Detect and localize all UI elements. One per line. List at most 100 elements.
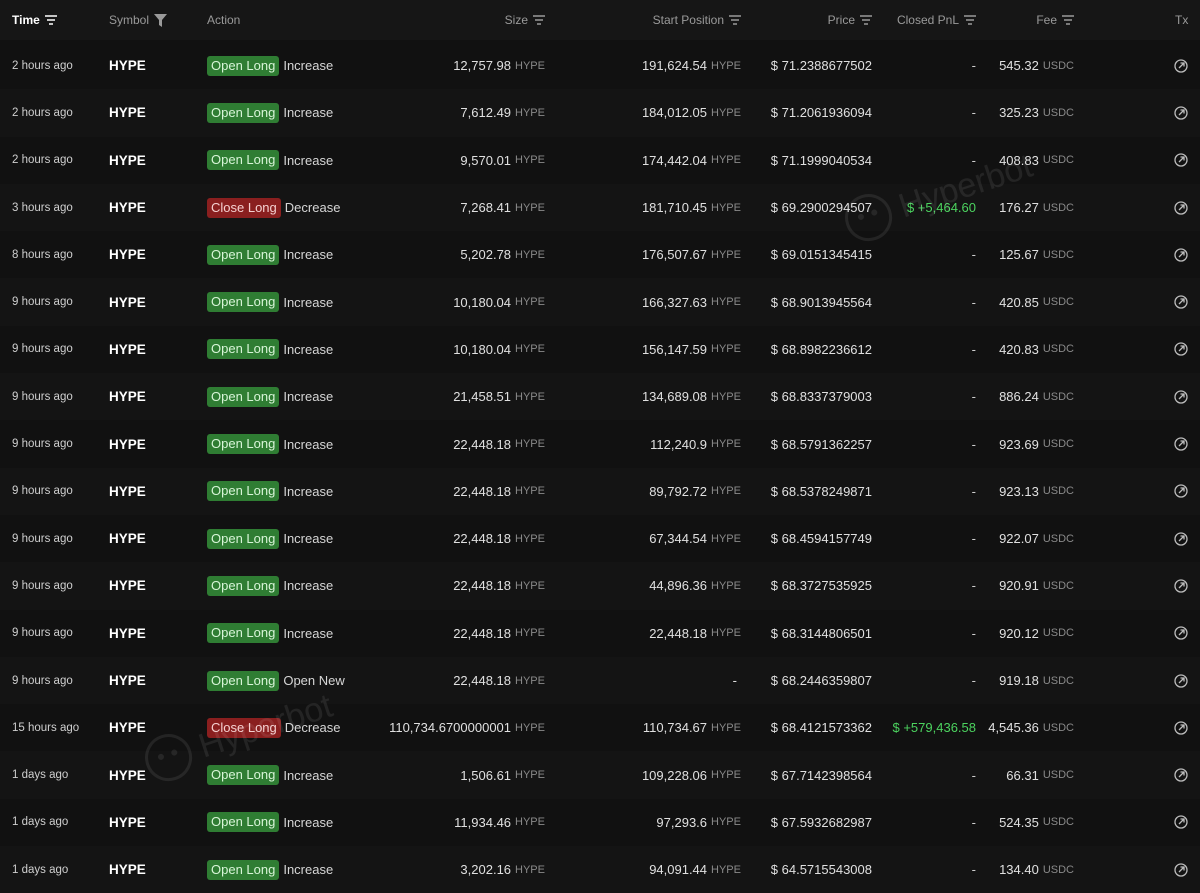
header-size[interactable]: Size (505, 0, 545, 40)
table-row[interactable]: 9 hours ago HYPE Open Long Increase 21,458.5… (0, 373, 1200, 421)
fee-value: 408.83 (999, 152, 1039, 168)
fee-unit: USDC (1042, 579, 1074, 592)
symbol-cell[interactable]: HYPE (109, 704, 146, 751)
table-row[interactable]: 1 days ago HYPE Open Long Increase 1,506.61 H… (0, 751, 1200, 799)
header-symbol[interactable]: Symbol (109, 0, 168, 40)
table-row[interactable]: 2 hours ago HYPE Open Long Increase 9,570.01… (0, 136, 1200, 184)
header-closed-pnl[interactable]: Closed PnL (897, 0, 976, 40)
price-cell: $ 68.8337379003 (770, 389, 872, 405)
action-type: Decrease (284, 720, 341, 736)
sort-icon[interactable] (44, 15, 57, 25)
symbol-cell[interactable]: HYPE (109, 468, 146, 515)
header-fee[interactable]: Fee (1036, 0, 1074, 40)
symbol-cell[interactable]: HYPE (109, 799, 146, 846)
filter-icon[interactable] (154, 13, 168, 27)
size-cell: 22,448.18 HYPE (453, 420, 545, 467)
sort-icon[interactable] (860, 15, 872, 25)
start-position-cell: 109,228.06 HYPE (642, 751, 741, 798)
table-row[interactable]: 1 days ago HYPE Open Long Increase 11,934.46… (0, 798, 1200, 847)
symbol-cell[interactable]: HYPE (109, 326, 146, 373)
external-link-icon[interactable] (1172, 231, 1190, 278)
external-link-icon[interactable] (1172, 373, 1190, 420)
table-row[interactable]: 9 hours ago HYPE Open Long Increase 22,448.1… (0, 562, 1200, 610)
table-row[interactable]: 9 hours ago HYPE Open Long Open New 22,448.1… (0, 656, 1200, 705)
external-link-icon[interactable] (1172, 42, 1190, 89)
table-row[interactable]: 2 hours ago HYPE Open Long Increase 7,612.49… (0, 89, 1200, 137)
external-link-icon[interactable] (1172, 515, 1190, 562)
sort-icon[interactable] (729, 15, 741, 25)
external-link-icon[interactable] (1172, 799, 1190, 846)
size-cell: 10,180.04 HYPE (453, 278, 545, 325)
table-row[interactable]: 9 hours ago HYPE Open Long Increase 22,448.1… (0, 609, 1200, 657)
external-link-icon[interactable] (1172, 420, 1190, 467)
action-cell: Open Long Increase (207, 326, 333, 373)
table-row[interactable]: 15 hours ago HYPE Close Long Decrease 110,73… (0, 704, 1200, 752)
time-cell: 9 hours ago (12, 438, 73, 451)
symbol-cell[interactable]: HYPE (109, 751, 146, 798)
external-link-icon[interactable] (1172, 468, 1190, 515)
time-cell: 8 hours ago (12, 248, 73, 261)
external-link-icon[interactable] (1172, 137, 1190, 184)
external-link-icon[interactable] (1172, 657, 1190, 704)
action-cell: Open Long Open New (207, 657, 345, 704)
header-start-position[interactable]: Start Position (653, 0, 741, 40)
table-row[interactable]: 9 hours ago HYPE Open Long Increase 10,180.0… (0, 278, 1200, 326)
closed-pnl-cell: - (971, 483, 976, 499)
symbol-cell[interactable]: HYPE (109, 373, 146, 420)
table-row[interactable]: 9 hours ago HYPE Open Long Increase 22,448.1… (0, 420, 1200, 468)
symbol-cell[interactable]: HYPE (109, 89, 146, 136)
table-row[interactable]: 2 hours ago HYPE Open Long Increase 12,757.9… (0, 42, 1200, 90)
start-position-value: 174,442.04 (641, 152, 708, 168)
table-row[interactable]: 9 hours ago HYPE Open Long Increase 22,448.1… (0, 514, 1200, 563)
time-cell: 1 days ago (12, 863, 69, 876)
symbol-cell[interactable]: HYPE (109, 657, 146, 704)
symbol-cell[interactable]: HYPE (109, 610, 146, 657)
symbol-cell[interactable]: HYPE (109, 420, 146, 467)
table-row[interactable]: 9 hours ago HYPE Open Long Increase 22,448.1… (0, 467, 1200, 515)
size-unit: HYPE (515, 863, 545, 876)
price-cell: $ 69.2900294507 (770, 200, 872, 216)
external-link-icon[interactable] (1172, 278, 1190, 325)
symbol-cell[interactable]: HYPE (109, 278, 146, 325)
fee-cell: 66.31 USDC (1006, 751, 1074, 798)
external-link-icon[interactable] (1172, 562, 1190, 609)
external-link-icon[interactable] (1172, 704, 1190, 751)
table-row[interactable]: 9 hours ago HYPE Open Long Increase 10,180.0… (0, 325, 1200, 374)
sort-icon[interactable] (964, 15, 976, 25)
start-position-unit: HYPE (711, 154, 741, 167)
external-link-icon[interactable] (1172, 326, 1190, 373)
fee-unit: USDC (1042, 390, 1074, 403)
size-cell: 22,448.18 HYPE (453, 515, 545, 562)
table-row[interactable]: 1 days ago HYPE Open Long Increase 3,202.16 H… (0, 846, 1200, 893)
action-type: Increase (283, 767, 334, 783)
price-cell: $ 68.8982236612 (770, 341, 872, 357)
action-type: Increase (283, 483, 334, 499)
table-row[interactable]: 8 hours ago HYPE Open Long Increase 5,202.78… (0, 231, 1200, 279)
header-time[interactable]: Time (12, 0, 57, 40)
symbol-cell[interactable]: HYPE (109, 562, 146, 609)
fee-unit: USDC (1042, 438, 1074, 451)
external-link-icon[interactable] (1172, 184, 1190, 231)
symbol-cell[interactable]: HYPE (109, 231, 146, 278)
external-link-icon[interactable] (1172, 846, 1190, 893)
symbol-cell[interactable]: HYPE (109, 184, 146, 231)
header-size-label: Size (504, 13, 528, 27)
symbol-cell[interactable]: HYPE (109, 137, 146, 184)
symbol-cell[interactable]: HYPE (109, 515, 146, 562)
fee-unit: USDC (1042, 106, 1074, 119)
symbol-cell[interactable]: HYPE (109, 42, 146, 89)
sort-icon[interactable] (533, 15, 545, 25)
action-type: Increase (283, 294, 334, 310)
time-cell: 2 hours ago (12, 59, 73, 72)
external-link-icon[interactable] (1172, 610, 1190, 657)
action-type: Increase (283, 862, 334, 878)
fee-unit: USDC (1042, 721, 1074, 734)
sort-icon[interactable] (1062, 15, 1074, 25)
size-value: 1,506.61 (460, 767, 512, 783)
header-price[interactable]: Price (828, 0, 872, 40)
action-badge: Open Long (207, 434, 280, 455)
symbol-cell[interactable]: HYPE (109, 846, 146, 893)
table-row[interactable]: 3 hours ago HYPE Close Long Decrease 7,268.4… (0, 183, 1200, 232)
external-link-icon[interactable] (1172, 751, 1190, 798)
external-link-icon[interactable] (1172, 89, 1190, 136)
